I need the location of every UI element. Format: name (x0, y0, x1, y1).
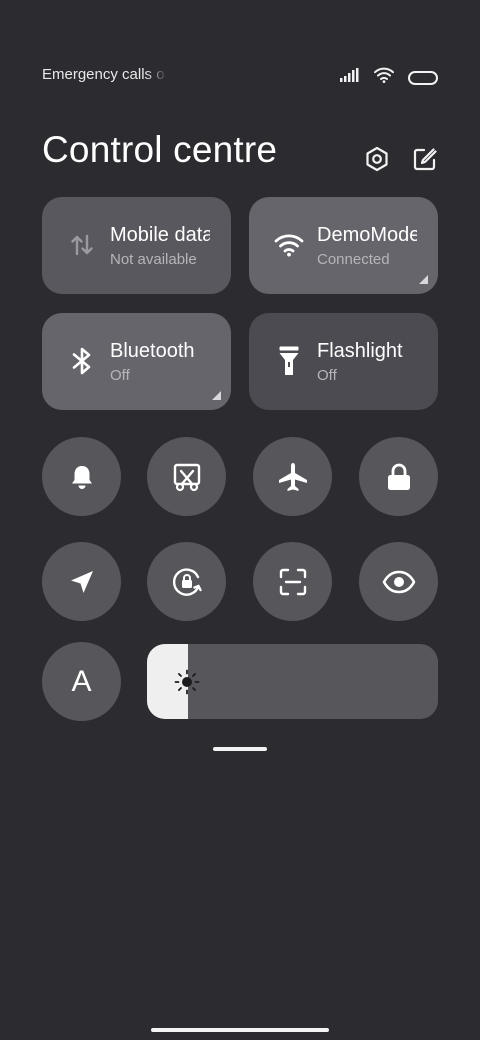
toggle-font-size[interactable]: A (42, 642, 121, 721)
toggle-scanner[interactable] (253, 542, 332, 621)
tile-status: Not available (110, 251, 197, 268)
expand-corner-icon[interactable] (419, 275, 428, 284)
expand-corner-icon[interactable] (212, 391, 221, 400)
brightness-icon (174, 669, 200, 695)
tile-mobile-data-text: Mobile data Not available (110, 223, 210, 271)
tile-wifi[interactable]: DemoMode Connected (249, 197, 438, 294)
edit-icon (413, 148, 437, 171)
mobile-data-icon (66, 229, 98, 261)
header: Control centre (42, 126, 438, 178)
airplane-icon (278, 462, 307, 491)
tile-label: Flashlight (317, 340, 403, 362)
tile-status: Off (317, 367, 337, 384)
carrier-status-text: Emergency calls o (42, 66, 165, 83)
tile-flashlight[interactable]: Flashlight Off (249, 313, 438, 410)
brightness-slider[interactable] (147, 644, 438, 719)
bell-icon (71, 465, 92, 489)
tile-wifi-text: DemoMode Connected (317, 223, 417, 271)
tile-label: Mobile data (110, 224, 210, 246)
toggle-location[interactable] (42, 542, 121, 621)
settings-button[interactable] (364, 146, 390, 172)
scanner-icon (279, 568, 306, 595)
settings-icon (366, 146, 388, 172)
toggle-screenshot[interactable] (147, 437, 226, 516)
battery-icon (408, 70, 438, 85)
flashlight-icon (273, 345, 305, 377)
toggle-airplane-mode[interactable] (253, 437, 332, 516)
tile-status: Connected (317, 251, 390, 268)
edit-button[interactable] (412, 146, 438, 172)
header-actions (364, 146, 438, 172)
location-icon (70, 570, 93, 593)
tile-status: Off (110, 367, 130, 384)
home-indicator[interactable] (151, 1028, 329, 1032)
tile-bluetooth-text: Bluetooth Off (110, 339, 210, 387)
lock-icon (387, 463, 410, 490)
tile-mobile-data[interactable]: Mobile data Not available (42, 197, 231, 294)
wifi-icon (273, 229, 305, 261)
toggle-reading-mode[interactable] (359, 542, 438, 621)
battery-level (412, 74, 434, 81)
panel-drag-handle[interactable] (213, 747, 267, 751)
wifi-icon (374, 67, 394, 88)
signal-icon (340, 68, 360, 87)
tile-label: DemoMode (317, 224, 417, 246)
tile-flashlight-text: Flashlight Off (317, 339, 417, 387)
toggle-lock-screen[interactable] (359, 437, 438, 516)
toggle-silent[interactable] (42, 437, 121, 516)
font-icon: A (71, 664, 92, 698)
bluetooth-icon (66, 345, 98, 377)
tile-label: Bluetooth (110, 340, 195, 362)
tile-bluetooth[interactable]: Bluetooth Off (42, 313, 231, 410)
status-icons (340, 67, 438, 88)
screenshot-icon (173, 463, 200, 491)
toggle-rotation-lock[interactable] (147, 542, 226, 621)
rotation-lock-icon (172, 567, 202, 596)
status-bar: Emergency calls o (42, 62, 438, 90)
eye-icon (382, 570, 415, 593)
